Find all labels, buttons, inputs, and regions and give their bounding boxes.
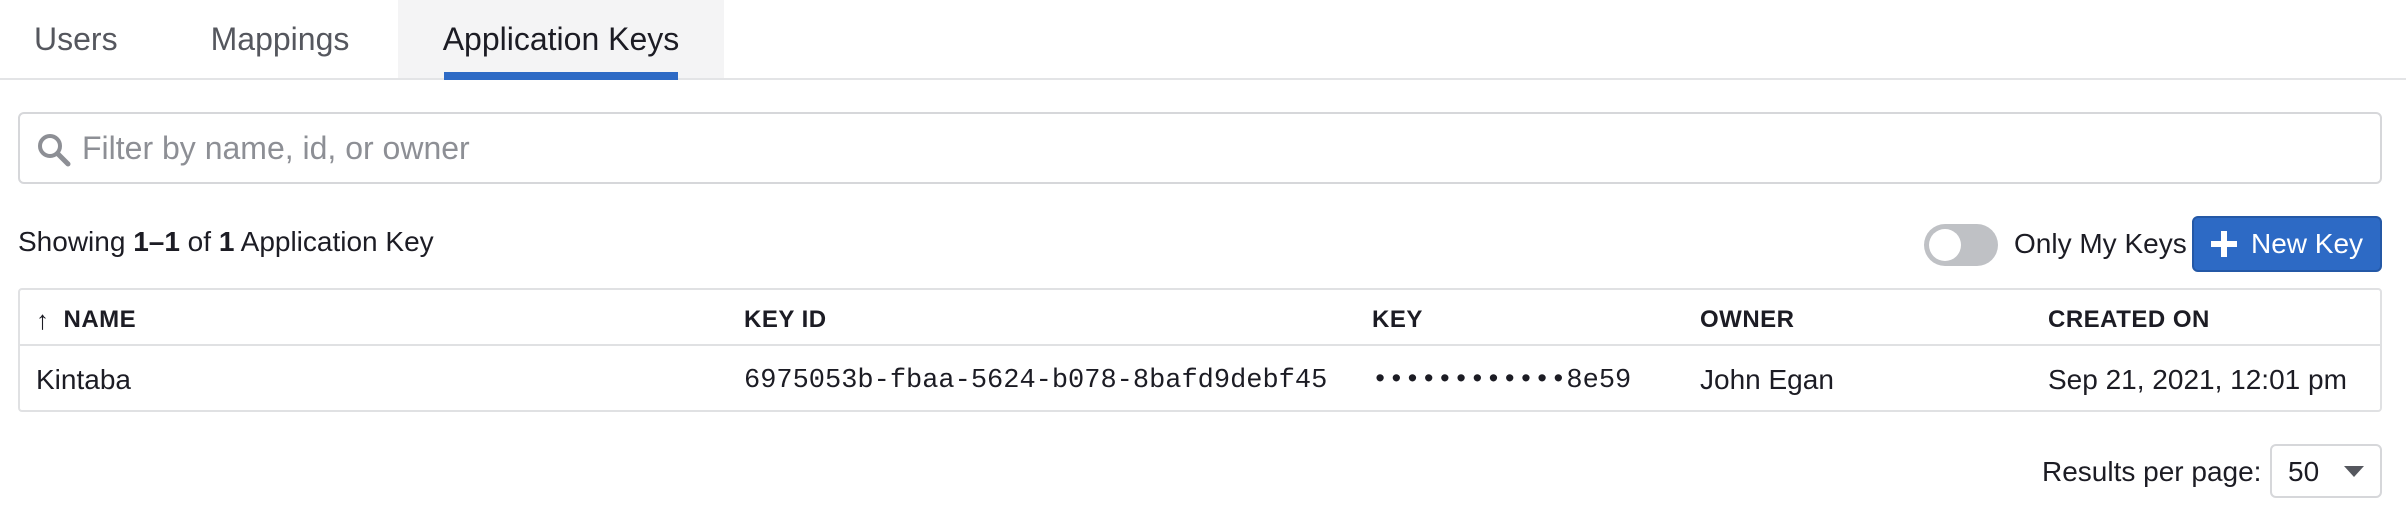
search-input[interactable] — [82, 114, 2362, 182]
tab-application-keys[interactable]: Application Keys — [398, 0, 724, 80]
tab-users[interactable]: Users — [0, 0, 118, 78]
search-box — [18, 112, 2382, 184]
cell-created-on: Sep 21, 2021, 12:01 pm — [2048, 364, 2347, 395]
plus-icon — [2210, 231, 2237, 257]
new-key-button[interactable]: New Key — [2192, 216, 2382, 272]
results-per-page-select[interactable]: 50 — [2270, 444, 2382, 498]
cell-owner: John Egan — [1700, 364, 1834, 395]
cell-key: ••••••••••••8e59 — [1372, 366, 1632, 396]
column-header-key[interactable]: KEY — [1372, 306, 1423, 334]
only-my-keys-toggle[interactable] — [1924, 224, 1998, 266]
cell-name: Kintaba — [36, 364, 131, 395]
sort-ascending-icon: ↑ — [36, 305, 50, 335]
summary-of: of — [179, 226, 219, 257]
results-summary: Showing 1–1 of 1 Application Key — [18, 226, 434, 258]
chevron-down-icon — [2344, 466, 2364, 477]
summary-total: 1 — [218, 226, 235, 257]
toggle-knob — [1929, 229, 1961, 261]
column-header-name[interactable]: ↑ NAME — [36, 306, 136, 334]
tab-mappings[interactable]: Mappings — [180, 0, 380, 78]
column-header-name-label: NAME — [63, 306, 137, 333]
cell-key-id: 6975053b-fbaa-5624-b078-8bafd9debf45 — [744, 366, 1328, 396]
column-header-owner[interactable]: OWNER — [1700, 306, 1795, 334]
summary-prefix: Showing — [18, 226, 134, 257]
summary-suffix: Application Key — [234, 226, 434, 257]
results-per-page-value: 50 — [2288, 456, 2320, 487]
application-keys-table: ↑ NAME KEY ID KEY OWNER CREATED ON Kinta… — [18, 288, 2382, 412]
new-key-label: New Key — [2250, 228, 2364, 259]
summary-range: 1–1 — [133, 226, 180, 257]
only-my-keys-label: Only My Keys — [2014, 228, 2187, 259]
column-header-key-id[interactable]: KEY ID — [744, 306, 827, 334]
column-header-created-on[interactable]: CREATED ON — [2048, 306, 2210, 334]
tab-bar: Users Mappings Application Keys — [0, 0, 2406, 80]
search-icon — [38, 134, 71, 167]
table-header: ↑ NAME KEY ID KEY OWNER CREATED ON — [20, 290, 2380, 346]
results-per-page-label: Results per page: — [2042, 456, 2262, 487]
table-row[interactable]: Kintaba 6975053b-fbaa-5624-b078-8bafd9de… — [20, 346, 2380, 410]
